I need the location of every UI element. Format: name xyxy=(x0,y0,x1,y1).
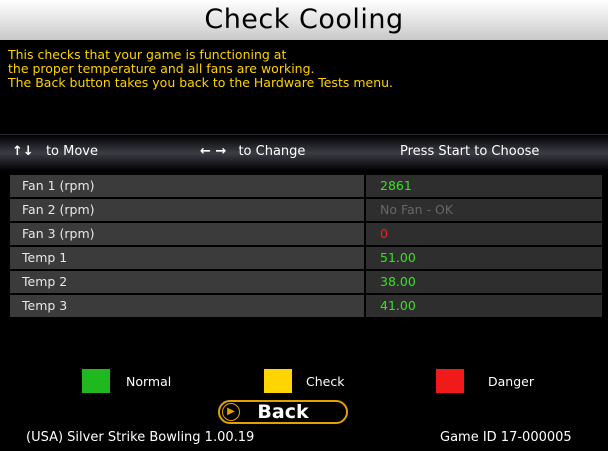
legend-swatch-check xyxy=(264,369,292,393)
game-id: Game ID 17-000005 xyxy=(440,430,572,445)
reading-row-fan-2: Fan 2 (rpm) No Fan - OK xyxy=(10,199,602,221)
legend-label-danger: Danger xyxy=(488,374,534,389)
change-hint-label: to Change xyxy=(238,144,306,159)
up-down-arrows-icon: ↑↓ xyxy=(12,144,34,159)
choose-hint-label: Press Start to Choose xyxy=(400,144,540,159)
game-version: (USA) Silver Strike Bowling 1.00.19 xyxy=(26,430,255,445)
reading-value: 0 xyxy=(366,223,602,245)
reading-value: No Fan - OK xyxy=(366,199,602,221)
title-bar: Check Cooling xyxy=(0,0,608,40)
reading-label: Temp 3 xyxy=(10,295,364,317)
description-line: the proper temperature and all fans are … xyxy=(8,61,315,76)
reading-value: 41.00 xyxy=(366,295,602,317)
reading-row-temp-3: Temp 3 41.00 xyxy=(10,295,602,317)
reading-row-fan-1: Fan 1 (rpm) 2861 xyxy=(10,175,602,197)
reading-label: Fan 2 (rpm) xyxy=(10,199,364,221)
move-hint: ↑↓ to Move xyxy=(12,144,98,159)
cooling-readings-list: Fan 1 (rpm) 2861 Fan 2 (rpm) No Fan - OK… xyxy=(10,175,602,319)
legend-swatch-danger xyxy=(436,369,464,393)
legend-swatch-normal xyxy=(82,369,110,393)
reading-label: Temp 1 xyxy=(10,247,364,269)
reading-value: 38.00 xyxy=(366,271,602,293)
reading-value: 2861 xyxy=(366,175,602,197)
reading-label: Fan 3 (rpm) xyxy=(10,223,364,245)
move-hint-label: to Move xyxy=(45,144,98,159)
back-button[interactable]: ▶ Back xyxy=(218,400,348,424)
controls-hint-bar: ↑↓ to Move ← → to Change Press Start to … xyxy=(0,134,608,171)
status-legend: Normal Check Danger xyxy=(0,366,608,396)
description-line: This checks that your game is functionin… xyxy=(8,47,287,62)
legend-label-normal: Normal xyxy=(126,374,172,389)
reading-row-fan-3: Fan 3 (rpm) 0 xyxy=(10,223,602,245)
choose-hint: Press Start to Choose xyxy=(400,144,539,159)
legend-label-check: Check xyxy=(306,374,345,389)
reading-label: Temp 2 xyxy=(10,271,364,293)
description-line: The Back button takes you back to the Ha… xyxy=(8,75,394,90)
change-hint: ← → to Change xyxy=(200,144,305,159)
reading-value: 51.00 xyxy=(366,247,602,269)
reading-row-temp-1: Temp 1 51.00 xyxy=(10,247,602,269)
reading-label: Fan 1 (rpm) xyxy=(10,175,364,197)
description: This checks that your game is functionin… xyxy=(8,48,606,90)
left-right-arrows-icon: ← → xyxy=(200,144,227,159)
reading-row-temp-2: Temp 2 38.00 xyxy=(10,271,602,293)
chevron-right-icon: ▶ xyxy=(222,403,240,421)
page-title: Check Cooling xyxy=(204,4,404,35)
back-button-label: Back xyxy=(257,401,309,423)
